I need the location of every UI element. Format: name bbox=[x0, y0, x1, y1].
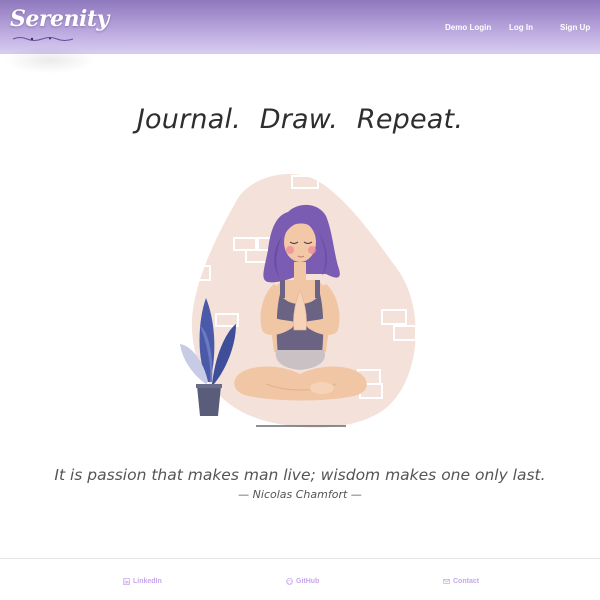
logo-shadow bbox=[4, 46, 96, 74]
demo-login-link[interactable]: Demo Login bbox=[445, 23, 491, 32]
github-link[interactable]: GitHub bbox=[286, 578, 319, 585]
neck bbox=[294, 262, 306, 280]
quote-author: — Nicolas Chamfort — bbox=[238, 488, 362, 501]
linkedin-link[interactable]: LinkedIn bbox=[123, 578, 162, 585]
linkedin-icon bbox=[123, 578, 130, 585]
contact-link[interactable]: Contact bbox=[443, 578, 479, 585]
github-icon bbox=[286, 578, 293, 585]
contact-label: Contact bbox=[453, 578, 480, 585]
serenity-logo[interactable]: Serenity bbox=[8, 6, 109, 46]
github-label: GitHub bbox=[296, 578, 320, 585]
woman-meditating-illustration bbox=[180, 174, 417, 428]
quote-text: It is passion that makes man live; wisdo… bbox=[54, 466, 546, 484]
linkedin-label: LinkedIn bbox=[133, 578, 162, 585]
footer: LinkedIn GitHub Contact bbox=[0, 558, 600, 600]
sign-up-link[interactable]: Sign Up bbox=[560, 23, 590, 32]
log-in-link[interactable]: Log In bbox=[509, 23, 533, 32]
brand-name: Serenity bbox=[10, 6, 109, 32]
logo-underline-flourish bbox=[12, 37, 74, 41]
mail-icon bbox=[443, 579, 450, 584]
navbar: Serenity Demo Login Log In Sign Up bbox=[0, 0, 600, 74]
hero-headline: Journal. Draw. Repeat. bbox=[136, 104, 464, 135]
